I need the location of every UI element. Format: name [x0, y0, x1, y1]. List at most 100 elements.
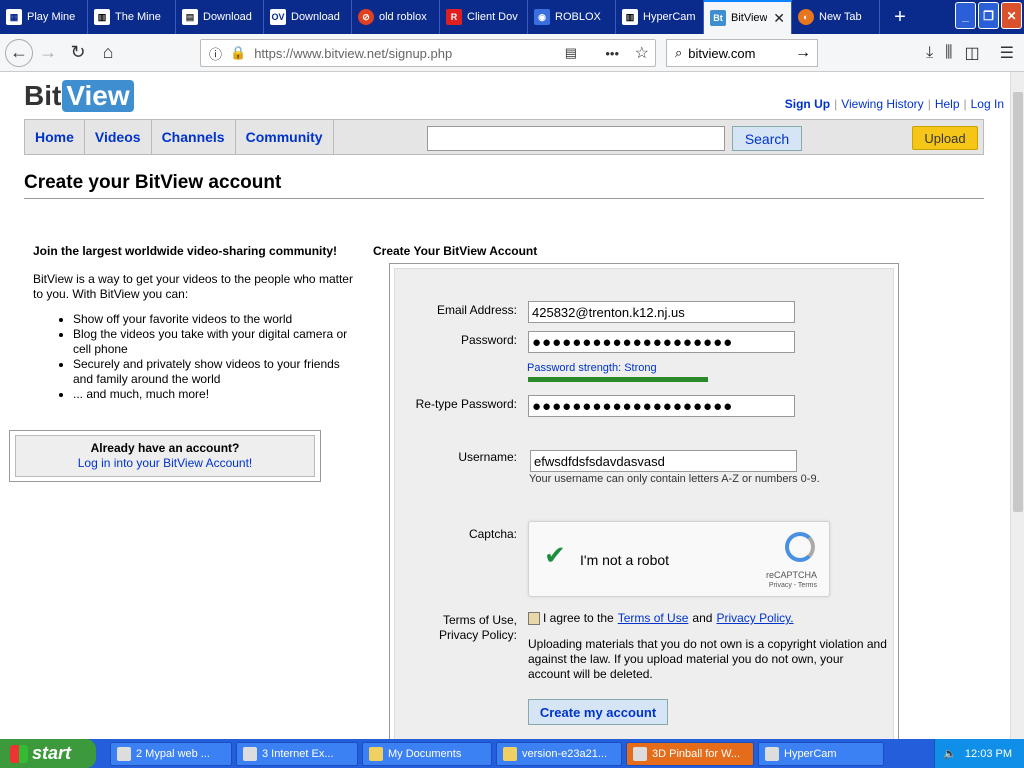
agree-checkbox[interactable] — [528, 611, 540, 625]
taskbar-item[interactable]: 3D Pinball for W... — [626, 741, 754, 766]
grid-icon: ▦ — [6, 9, 22, 25]
url-path: /signup.php — [384, 45, 453, 61]
restore-icon[interactable]: ❐ — [978, 2, 999, 29]
tab-roblox[interactable]: ◉ ROBLOX — [528, 0, 616, 34]
nav-community[interactable]: Community — [236, 119, 334, 155]
terms-label-line1: Terms of Use, — [442, 613, 517, 627]
nav-videos[interactable]: Videos — [85, 119, 152, 155]
password-field[interactable]: ●●●●●●●●●●●●●●●●●●●● — [528, 331, 795, 353]
tab-bitview[interactable]: Bt BitView ✕ — [704, 0, 792, 34]
existing-account-box: Already have an account? Log in into you… — [9, 430, 321, 482]
bitview-icon: Bt — [710, 10, 726, 26]
recaptcha-links[interactable]: Privacy - Terms — [769, 582, 817, 589]
tab-play-mine[interactable]: ▦ Play Mine — [0, 0, 88, 34]
taskbar-item-label: 3D Pinball for W... — [652, 747, 741, 760]
tab-download-2[interactable]: OV Download — [264, 0, 352, 34]
recaptcha-widget[interactable]: ✔ I'm not a robot reCAPTCHA Privacy - Te… — [528, 521, 830, 597]
create-account-button[interactable]: Create my account — [528, 699, 668, 725]
close-tab-icon[interactable]: ✕ — [773, 10, 785, 27]
tab-client-download[interactable]: R Client Dov — [440, 0, 528, 34]
bookmark-star-icon[interactable]: ☆ — [635, 43, 649, 63]
home-icon[interactable]: ⌂ — [93, 38, 123, 68]
browser-nav-bar: ← → ↻ ⌂ ⓘ 🔒 https://www.bitview.net/sign… — [0, 34, 1024, 72]
close-window-icon[interactable]: ✕ — [1001, 2, 1022, 29]
nav-channels[interactable]: Channels — [152, 119, 236, 155]
intro-column: Join the largest worldwide video-sharing… — [33, 244, 353, 402]
taskbar-item[interactable]: 3 Internet Ex... — [236, 741, 358, 766]
page-actions-icon[interactable]: ••• — [605, 46, 619, 61]
folder-icon — [369, 746, 383, 761]
tab-old-roblox[interactable]: ⊘ old roblox — [352, 0, 440, 34]
upload-button[interactable]: Upload — [912, 126, 978, 150]
sidebar-icon[interactable]: ◫ — [965, 43, 980, 63]
ov-icon: OV — [270, 9, 286, 25]
reader-view-icon[interactable]: ▤ — [565, 45, 577, 61]
url-host: https://www.bitview.net — [254, 45, 385, 61]
info-icon[interactable]: ⓘ — [209, 44, 222, 63]
menu-icon[interactable]: ☰ — [1000, 43, 1014, 63]
terms-label: Terms of Use, Privacy Policy: — [439, 613, 517, 643]
clock[interactable]: 12:03 PM — [965, 748, 1012, 760]
tab-the-mine[interactable]: ▥ The Mine — [88, 0, 176, 34]
email-field[interactable]: 425832@trenton.k12.nj.us — [528, 301, 795, 323]
sign-up-link[interactable]: Sign Up — [781, 97, 834, 111]
minimize-icon[interactable]: _ — [955, 2, 976, 29]
taskbar-item[interactable]: 2 Mypal web ... — [110, 741, 232, 766]
system-tray: 🔈 12:03 PM — [934, 739, 1024, 768]
address-bar[interactable]: ⓘ 🔒 https://www.bitview.net/signup.php ▤… — [200, 39, 656, 67]
privacy-policy-link[interactable]: Privacy Policy. — [716, 611, 793, 625]
terms-label-line2: Privacy Policy: — [438, 628, 517, 642]
help-link[interactable]: Help — [931, 97, 964, 111]
library-icon[interactable]: ⫼ — [945, 44, 952, 62]
copyright-warning: Uploading materials that you do not own … — [528, 637, 887, 681]
scrollbar-thumb[interactable] — [1013, 92, 1023, 512]
ie-icon — [243, 746, 257, 761]
page-scrollbar[interactable] — [1010, 72, 1024, 739]
username-label: Username: — [458, 450, 517, 464]
tab-hypercam[interactable]: ▥ HyperCam — [616, 0, 704, 34]
tab-new-tab[interactable]: ◐ New Tab — [792, 0, 880, 34]
document-icon: ▤ — [182, 9, 198, 25]
windows-taskbar: start 2 Mypal web ... 3 Internet Ex... M… — [0, 739, 1024, 768]
windows-flag-icon — [10, 744, 28, 763]
forward-icon[interactable]: → — [33, 38, 63, 68]
viewing-history-link[interactable]: Viewing History — [837, 97, 927, 111]
checkmark-icon[interactable]: ✔ — [544, 540, 566, 571]
taskbar-item[interactable]: HyperCam — [758, 741, 884, 766]
tab-download-1[interactable]: ▤ Download — [176, 0, 264, 34]
new-tab-button[interactable]: + — [880, 0, 920, 34]
site-search-input[interactable] — [427, 126, 725, 151]
volume-icon[interactable]: 🔈 — [943, 747, 957, 760]
taskbar-item-label: 2 Mypal web ... — [136, 747, 210, 760]
start-label: start — [32, 743, 72, 763]
taskbar-item[interactable]: My Documents — [362, 741, 492, 766]
site-search-button[interactable]: Search — [732, 126, 802, 151]
start-button[interactable]: start — [0, 739, 96, 768]
signup-form: Email Address: 425832@trenton.k12.nj.us … — [389, 263, 899, 739]
login-link[interactable]: Log in into your BitView Account! — [16, 456, 314, 471]
download-icon[interactable]: ⤓ — [926, 44, 933, 62]
terms-of-use-link[interactable]: Terms of Use — [618, 611, 689, 625]
back-icon[interactable]: ← — [5, 38, 33, 67]
taskbar-item-label: 3 Internet Ex... — [262, 747, 334, 760]
nav-home[interactable]: Home — [25, 119, 85, 155]
hypercam-icon — [765, 746, 779, 761]
search-bar[interactable]: ⌕ bitview.com → — [666, 39, 818, 67]
window-controls: _ ❐ ✕ — [955, 2, 1022, 29]
retype-password-field[interactable]: ●●●●●●●●●●●●●●●●●●●● — [528, 395, 795, 417]
captcha-label: Captcha: — [468, 527, 517, 541]
folder-icon — [503, 746, 517, 761]
eye-icon: ◉ — [534, 9, 550, 25]
username-field[interactable]: efwsdfdsfsdavdasvasd — [530, 450, 797, 472]
go-arrow-icon[interactable]: → — [795, 44, 811, 62]
log-in-link[interactable]: Log In — [967, 97, 1008, 111]
bitview-logo[interactable]: Bit View — [24, 80, 134, 112]
web-page: Bit View Sign Up | Viewing History | Help | Log… — [0, 72, 1010, 739]
list-item: Securely and privately show videos to yo… — [73, 357, 353, 387]
reload-icon[interactable]: ↻ — [63, 38, 93, 68]
no-icon: ⊘ — [358, 9, 374, 25]
form-heading: Create Your BitView Account — [373, 244, 538, 258]
agree-and: and — [692, 611, 713, 625]
list-item: Show off your favorite videos to the wor… — [73, 312, 353, 327]
taskbar-item[interactable]: version-e23a21... — [496, 741, 622, 766]
